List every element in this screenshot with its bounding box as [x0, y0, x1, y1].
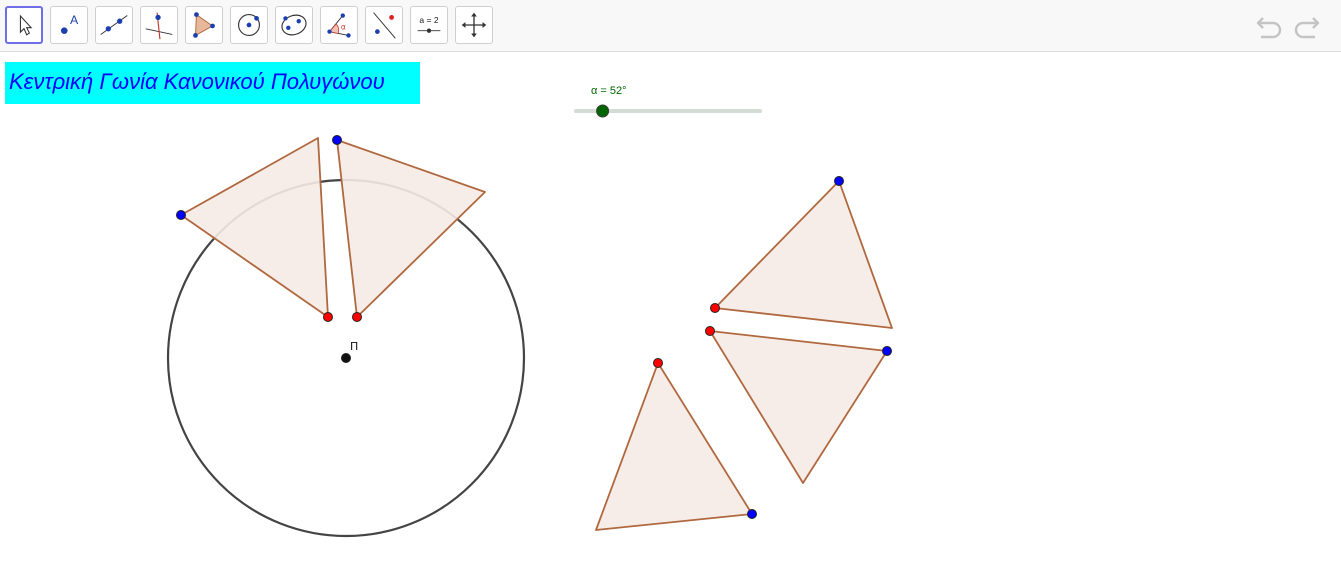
cursor-arrow-icon	[19, 14, 33, 36]
center-point[interactable]	[341, 353, 351, 363]
slider-icon: a = 2	[417, 15, 441, 33]
triangle-5[interactable]	[595, 362, 753, 531]
triangle-1[interactable]	[180, 137, 329, 318]
angle-tool-glyph: α	[341, 23, 346, 32]
circle-with-center-icon	[238, 14, 260, 36]
point-blue-4[interactable]	[882, 346, 892, 356]
point-blue-2[interactable]	[332, 135, 342, 145]
perpendicular-line-tool-button[interactable]	[140, 6, 178, 44]
slider-knob[interactable]	[596, 104, 610, 118]
conic-tool-button[interactable]	[275, 6, 313, 44]
move-tool-button[interactable]	[5, 6, 43, 44]
angle-icon: α	[327, 13, 351, 38]
point-red-2[interactable]	[352, 312, 362, 322]
redo-icon	[1294, 17, 1320, 39]
polygon-tool-button[interactable]	[185, 6, 223, 44]
reflect-tool-button[interactable]	[365, 6, 403, 44]
undo-button[interactable]	[1254, 12, 1286, 40]
undo-icon	[1256, 17, 1282, 39]
move-arrows-icon	[461, 12, 487, 38]
triangle-2[interactable]	[336, 139, 486, 318]
graphics-view[interactable]: Π	[0, 53, 1341, 563]
perpendicular-line-icon	[145, 12, 173, 40]
triangle-4[interactable]	[709, 330, 888, 484]
toolbar: A α a = 2	[0, 0, 1341, 52]
point-red-5[interactable]	[653, 358, 663, 368]
point-tool-button[interactable]: A	[50, 6, 88, 44]
point-blue-1[interactable]	[176, 210, 186, 220]
line-through-points-icon	[100, 15, 128, 35]
reflect-about-line-icon	[373, 12, 396, 39]
line-tool-button[interactable]	[95, 6, 133, 44]
center-point-label: Π	[350, 340, 358, 353]
point-tool-glyph: A	[70, 13, 79, 27]
slider-tool-glyph: a = 2	[419, 15, 438, 25]
redo-button[interactable]	[1290, 12, 1322, 40]
ellipse-icon	[281, 14, 307, 36]
slider-alpha[interactable]	[574, 104, 762, 118]
polygon-icon	[193, 12, 215, 38]
circle-tool-button[interactable]	[230, 6, 268, 44]
point-icon: A	[60, 13, 79, 34]
point-red-1[interactable]	[323, 312, 333, 322]
point-blue-5[interactable]	[747, 509, 757, 519]
move-graphics-view-tool-button[interactable]	[455, 6, 493, 44]
point-red-4[interactable]	[705, 326, 715, 336]
angle-tool-button[interactable]: α	[320, 6, 358, 44]
point-blue-3[interactable]	[834, 176, 844, 186]
slider-tool-button[interactable]: a = 2	[410, 6, 448, 44]
point-red-3[interactable]	[710, 303, 720, 313]
triangle-3[interactable]	[714, 180, 893, 329]
